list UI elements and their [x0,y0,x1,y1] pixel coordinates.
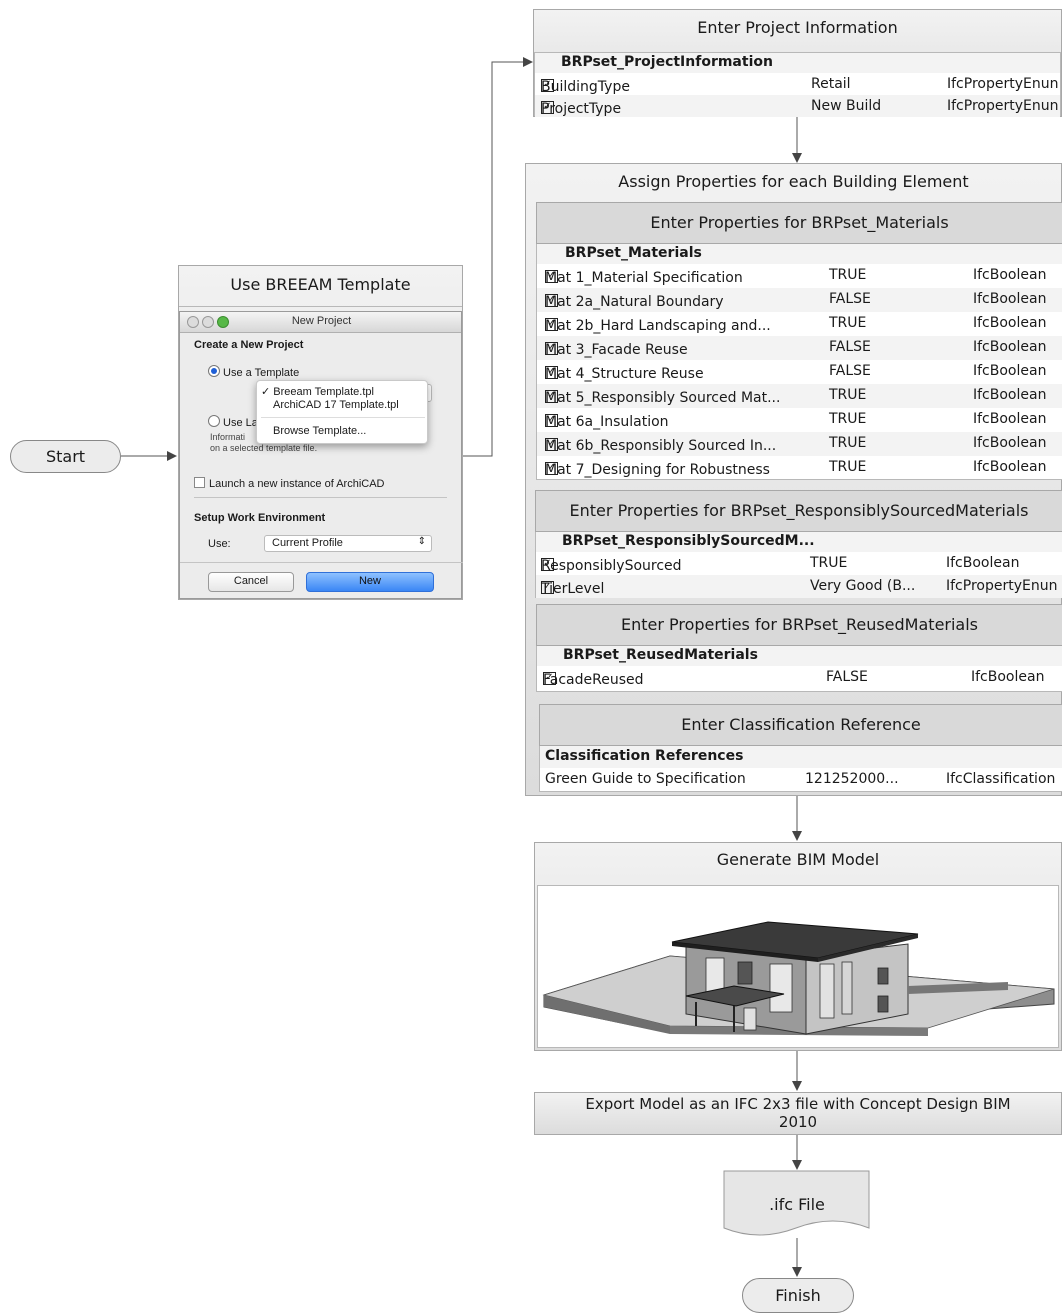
export-line2: 2010 [778,1113,818,1131]
use-label: Use: [208,538,231,550]
table-row: ✓ Mat 7_Designing for Robustness TRUE IfcBo… [545,459,1047,478]
export-step: Export Model as an IFC 2x3 file with Con… [534,1092,1062,1135]
checkmark-icon: ✓ [261,386,274,398]
project-info-title: Enter Project Information [697,18,898,37]
reused-subtitle: Enter Properties for BRPset_ReusedMateri… [536,604,1062,646]
table-row: ✓ Mat 2a_Natural Boundary FALSE IfcBoolean [537,288,1062,312]
popup-item-breeam[interactable]: ✓ Breeam Template.tpl [261,385,374,398]
set-header: BRPset_ReusedMaterials [537,646,1062,666]
dialog-title: New Project [291,315,352,327]
use-latest-radio[interactable]: Use La [208,414,258,429]
popup-item-archicad[interactable]: ArchiCAD 17 Template.tpl [273,399,399,411]
start-terminal: Start [10,440,121,473]
responsible-table: BRPset_ResponsiblySourcedM... ✓ Responsib… [535,532,1062,598]
use-template-radio[interactable]: Use a Template [208,364,299,379]
bim-step: Generate BIM Model [534,842,1062,1051]
create-heading: Create a New Project [194,339,304,351]
responsible-subtitle: Enter Properties for BRPset_ResponsiblyS… [535,490,1062,532]
ifc-file-label: .ifc File [769,1195,825,1214]
popup-browse[interactable]: Browse Template... [273,425,366,437]
project-info-step: Enter Project Information BRPset_Project… [533,9,1062,117]
classification-table: Classification References Green Guide to… [539,746,1062,792]
materials-subtitle: Enter Properties for BRPset_Materials [536,202,1062,244]
classification-subtitle: Enter Classification Reference [539,704,1062,746]
building-model-image [542,921,1055,1036]
export-line1: Export Model as an IFC 2x3 file with Con… [585,1095,1011,1113]
finish-terminal: Finish [742,1278,854,1313]
set-header: BRPset_Materials [537,244,1062,264]
dialog-footer-divider [180,562,463,563]
template-popup-menu: ✓ Breeam Template.tpl ArchiCAD 17 Templa… [256,380,428,444]
set-header: BRPset_ResponsiblySourcedM... [536,532,1062,552]
table-row: ✓ Mat 1_Material Specification TRUE IfcBool… [545,267,1047,286]
stepper-arrows-icon: ⇕ [417,536,426,547]
cancel-button[interactable]: Cancel [208,572,294,592]
bim-title: Generate BIM Model [716,850,880,869]
profile-select[interactable]: Current Profile ⇕ [264,535,432,552]
assign-title: Assign Properties for each Building Elem… [618,172,969,191]
popup-divider [261,417,425,418]
radio-selected-icon [208,365,220,377]
table-row: ✓ FacadeReused FALSE IfcBoolean [543,669,1045,688]
table-row: ✓ ResponsiblySourced TRUE IfcBoolean [541,555,1020,574]
template-step-title: Use BREEAM Template [179,266,462,307]
table-row: ✓ Mat 4_Structure Reuse FALSE IfcBoolean [545,363,1047,382]
table-row: ✓ BuildingType Retail IfcPropertyEnun [541,76,1059,95]
table-row: ✓ Mat 6a_Insulation TRUE IfcBoolean [545,411,1047,430]
table-row: Green Guide to Specification 121252000...… [545,771,1056,787]
dialog-titlebar: New Project [180,312,461,333]
setup-heading: Setup Work Environment [194,512,326,524]
table-row: ✓ ProjectType New Build IfcPropertyEnun [535,95,1060,117]
new-button[interactable]: New [306,572,434,592]
new-project-dialog: New Project Create a New Project Use a T… [179,311,463,599]
set-header: BRPset_ProjectInformation [535,53,1060,73]
template-step: Use BREEAM Template New Project Create a… [178,265,463,600]
table-row: ✓ Mat 6b_Responsibly Sourced In... TRUE Ifc… [537,432,1062,456]
reused-table: BRPset_ReusedMaterials ✓ FacadeReused FALS… [536,646,1062,692]
radio-empty-icon [208,415,220,427]
assign-properties-step: Assign Properties for each Building Elem… [525,163,1062,796]
table-row: ✓ Mat 5_Responsibly Sourced Mat... TRUE Ifc… [537,384,1062,408]
bim-render-panel [537,885,1059,1048]
table-row: ✓ Mat 2b_Hard Landscaping and... TRUE IfcBo… [545,315,1047,334]
checkbox-icon [194,477,205,488]
table-row: ✓ TierLevel Very Good (B... IfcPropertyEnun [536,575,1062,598]
launch-new-checkbox[interactable]: Launch a new instance of ArchiCAD [194,476,385,490]
dialog-divider [194,497,447,498]
project-info-table: BRPset_ProjectInformation ✓ BuildingType … [534,52,1061,117]
set-header: Classification References [540,746,1062,768]
materials-table: BRPset_Materials ✓ Mat 1_Material Specifi… [536,244,1062,480]
table-row: ✓ Mat 3_Facade Reuse FALSE IfcBoolean [537,336,1062,360]
